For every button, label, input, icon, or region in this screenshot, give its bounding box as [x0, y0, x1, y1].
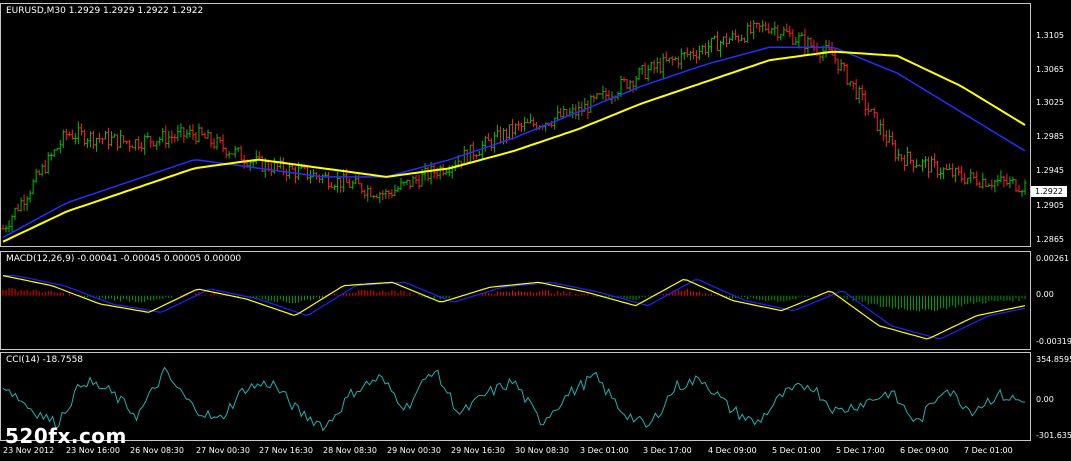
- time-tick: 4 Dec 09:00: [708, 446, 757, 455]
- cci-pane-label: CCI(14) -18.7558: [6, 355, 84, 365]
- macd-main-line: [2, 275, 1026, 340]
- price-tick: 1.3025: [1036, 98, 1064, 107]
- time-tick: 30 Nov 08:30: [515, 446, 569, 455]
- macd-tick: 0.00: [1036, 290, 1054, 299]
- macd-pane[interactable]: MACD(12,26,9) -0.00041 -0.00045 0.00005 …: [0, 251, 1031, 350]
- time-tick: 3 Dec 01:00: [580, 446, 629, 455]
- macd-tick: 0.00261: [1036, 254, 1070, 263]
- time-tick: 27 Nov 00:30: [196, 446, 250, 455]
- price-tick: 1.3105: [1036, 31, 1064, 40]
- price-tick: 1.2985: [1036, 132, 1064, 141]
- time-tick: 27 Nov 16:30: [259, 446, 313, 455]
- cci-tick: 0.00: [1036, 395, 1054, 404]
- cci-line: [2, 366, 1026, 432]
- price-pane-label: EURUSD,M30 1.2929 1.2929 1.2922 1.2922: [6, 6, 204, 16]
- time-tick: 29 Nov 00:30: [387, 446, 441, 455]
- time-tick: 5 Dec 01:00: [772, 446, 821, 455]
- time-tick: 6 Dec 09:00: [900, 446, 949, 455]
- macd-pane-label: MACD(12,26,9) -0.00041 -0.00045 0.00005 …: [6, 254, 242, 264]
- cci-tick: 354.8595: [1036, 355, 1071, 364]
- cci-tick: -301.635: [1036, 431, 1071, 440]
- time-tick: 28 Nov 08:30: [323, 446, 377, 455]
- cci-pane[interactable]: CCI(14) -18.7558: [0, 352, 1031, 441]
- time-tick: 3 Dec 17:00: [643, 446, 692, 455]
- price-pane[interactable]: EURUSD,M30 1.2929 1.2929 1.2922 1.2922: [0, 3, 1031, 247]
- price-tick: 1.2945: [1036, 166, 1064, 175]
- time-tick: 7 Dec 01:00: [964, 446, 1013, 455]
- price-tick: 1.2905: [1036, 201, 1064, 210]
- current-price-label: 1.2922: [1031, 186, 1067, 197]
- macd-plot: [2, 275, 1026, 340]
- price-tick: 1.2865: [1036, 235, 1064, 244]
- chart-window[interactable]: EURUSD,M30 1.2929 1.2929 1.2922 1.2922 M…: [0, 0, 1071, 461]
- watermark-logo: 520fx.com: [5, 424, 127, 448]
- price-tick: 1.3065: [1036, 65, 1064, 74]
- time-tick: 26 Nov 08:30: [130, 446, 184, 455]
- cci-plot: [2, 366, 1026, 432]
- price-plot: [1, 20, 1027, 243]
- time-tick: 29 Nov 16:30: [451, 446, 505, 455]
- macd-tick: -0.00319: [1036, 337, 1071, 346]
- time-tick: 5 Dec 17:00: [836, 446, 885, 455]
